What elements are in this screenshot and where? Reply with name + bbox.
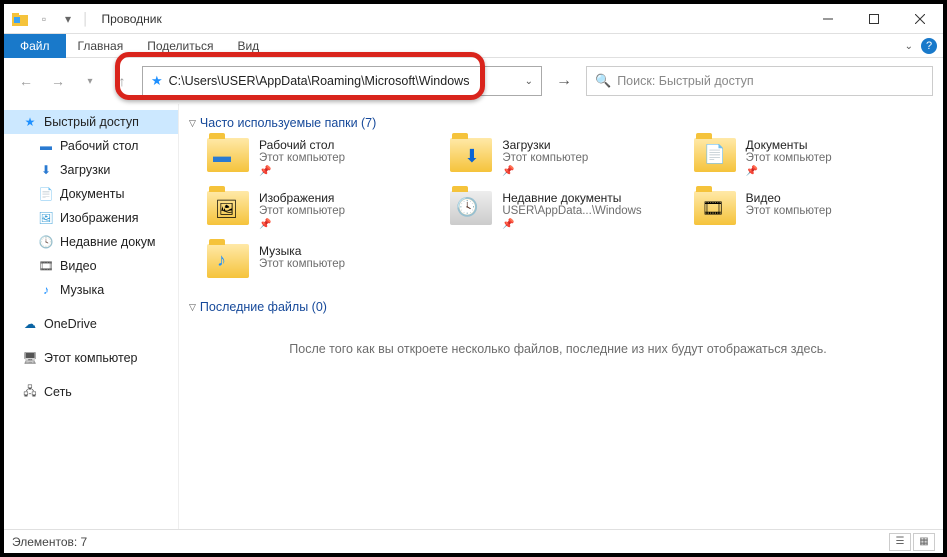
pin-icon: 📌	[259, 219, 345, 230]
go-button[interactable]: →	[550, 67, 578, 95]
nav-recent-dropdown[interactable]: ▾	[78, 69, 102, 93]
folder-item-documents[interactable]: 📄 ДокументыЭтот компьютер📌	[694, 138, 927, 177]
content-pane: ▽ Часто используемые папки (7) ▬ Рабочий…	[179, 104, 943, 529]
chevron-down-icon: ▽	[189, 118, 196, 129]
navpane-item-videos[interactable]: 🎞Видео	[4, 254, 178, 278]
folder-item-pictures[interactable]: 🖼 ИзображенияЭтот компьютер📌	[207, 191, 440, 230]
ribbon-tab-home[interactable]: Главная	[66, 34, 136, 58]
title-bar: ▫ ▾ │ Проводник	[4, 4, 943, 34]
music-icon: ♪	[38, 282, 54, 298]
maximize-button[interactable]	[851, 4, 897, 34]
empty-recent-message: После того как вы откроете несколько фай…	[189, 322, 927, 376]
status-bar: Элементов: 7 ☰ ▦	[4, 529, 943, 553]
address-bar[interactable]: ★ C:\Users\USER\AppData\Roaming\Microsof…	[142, 66, 542, 96]
navpane-item-recent[interactable]: 🕓Недавние докум	[4, 230, 178, 254]
documents-icon: 📄	[38, 186, 54, 202]
folder-item-music[interactable]: ♪ МузыкаЭтот компьютер	[207, 244, 440, 282]
address-text: C:\Users\USER\AppData\Roaming\Microsoft\…	[169, 74, 470, 88]
pin-icon: 📌	[259, 166, 345, 177]
recent-icon: 🕓	[38, 234, 54, 250]
view-icons-button[interactable]: ▦	[913, 533, 935, 551]
navpane-item-music[interactable]: ♪Музыка	[4, 278, 178, 302]
quick-access-star-icon: ★	[151, 73, 163, 89]
navpane-network[interactable]: 🖧Сеть	[4, 380, 178, 404]
downloads-icon: ⬇	[38, 162, 54, 178]
close-button[interactable]	[897, 4, 943, 34]
desktop-icon: ▬	[38, 138, 54, 154]
section-frequent-folders[interactable]: ▽ Часто используемые папки (7)	[189, 116, 927, 130]
ribbon: Файл Главная Поделиться Вид ⌄ ?	[4, 34, 943, 58]
quick-access-toolbar: ▫ ▾ │	[10, 9, 90, 29]
navpane-item-documents[interactable]: 📄Документы	[4, 182, 178, 206]
navpane-item-downloads[interactable]: ⬇Загрузки	[4, 158, 178, 182]
pictures-icon: 🖼	[38, 210, 54, 226]
ribbon-file-tab[interactable]: Файл	[4, 34, 66, 58]
navigation-pane: ★ Быстрый доступ ▬Рабочий стол ⬇Загрузки…	[4, 104, 179, 529]
folder-item-downloads[interactable]: ⬇ ЗагрузкиЭтот компьютер📌	[450, 138, 683, 177]
chevron-down-icon: ▽	[189, 302, 196, 313]
pin-icon: 📌	[502, 166, 588, 177]
navpane-onedrive[interactable]: ☁OneDrive	[4, 312, 178, 336]
navpane-quick-access[interactable]: ★ Быстрый доступ	[4, 110, 178, 134]
search-box[interactable]: 🔍 Поиск: Быстрый доступ	[586, 66, 933, 96]
network-icon: 🖧	[22, 384, 38, 400]
nav-forward-button[interactable]: →	[46, 69, 70, 93]
status-item-count: Элементов: 7	[12, 535, 87, 549]
frequent-folders-grid: ▬ Рабочий столЭтот компьютер📌 ⬇ Загрузки…	[207, 138, 927, 282]
navigation-row: ← → ▾ ↑ ★ C:\Users\USER\AppData\Roaming\…	[4, 58, 943, 104]
explorer-icon	[10, 9, 30, 29]
explorer-window: ▫ ▾ │ Проводник Файл Главная Поделиться …	[0, 0, 947, 557]
section-recent-files[interactable]: ▽ Последние файлы (0)	[189, 300, 927, 314]
search-icon: 🔍	[595, 73, 611, 89]
nav-back-button[interactable]: ←	[14, 69, 38, 93]
ribbon-expand-icon[interactable]: ⌄	[905, 41, 913, 52]
help-icon[interactable]: ?	[921, 38, 937, 54]
folder-item-videos[interactable]: 🎞 ВидеоЭтот компьютер	[694, 191, 927, 230]
ribbon-tab-share[interactable]: Поделиться	[135, 34, 225, 58]
nav-up-button[interactable]: ↑	[110, 69, 134, 93]
navpane-item-desktop[interactable]: ▬Рабочий стол	[4, 134, 178, 158]
window-title: Проводник	[96, 12, 162, 26]
pin-icon: 📌	[746, 166, 832, 177]
onedrive-icon: ☁	[22, 316, 38, 332]
ribbon-tab-view[interactable]: Вид	[225, 34, 271, 58]
properties-icon[interactable]: ▫	[34, 9, 54, 29]
star-icon: ★	[22, 114, 38, 130]
minimize-button[interactable]	[805, 4, 851, 34]
view-details-button[interactable]: ☰	[889, 533, 911, 551]
qat-dropdown-icon[interactable]: ▾	[58, 9, 78, 29]
navpane-item-pictures[interactable]: 🖼Изображения	[4, 206, 178, 230]
search-placeholder: Поиск: Быстрый доступ	[617, 74, 754, 88]
folder-item-recent-docs[interactable]: 🕓 Недавние документыUSER\AppData...\Wind…	[450, 191, 683, 230]
this-pc-icon: 🖥	[22, 350, 38, 366]
folder-item-desktop[interactable]: ▬ Рабочий столЭтот компьютер📌	[207, 138, 440, 177]
navpane-this-pc[interactable]: 🖥Этот компьютер	[4, 346, 178, 370]
pin-icon: 📌	[502, 219, 641, 230]
videos-icon: 🎞	[38, 258, 54, 274]
address-dropdown-icon[interactable]: ⌄	[525, 76, 533, 87]
